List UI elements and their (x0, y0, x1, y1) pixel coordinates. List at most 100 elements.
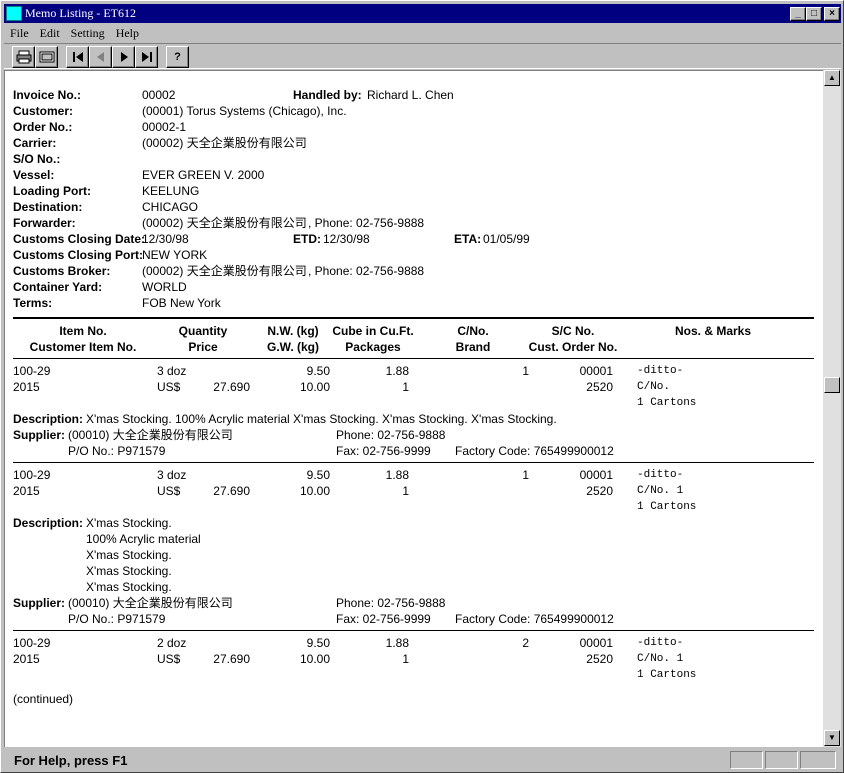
close-button[interactable]: × (824, 7, 840, 21)
cube: 1.88 (385, 364, 409, 378)
maximize-button[interactable]: □ (806, 7, 822, 21)
supplier-label: Supplier: (13, 596, 66, 610)
supplier-value: (00010) 大全企業股份有限公司 (68, 596, 233, 610)
status-text: For Help, press F1 (14, 752, 128, 768)
terms-value: FOB New York (142, 296, 221, 310)
supplier-phone: Phone: 02-756-9888 (336, 428, 446, 442)
arrow-up-icon: ▲ (828, 73, 836, 82)
cust-order-no: 2520 (586, 484, 613, 498)
col-cust-order-no: Cust. Order No. (528, 340, 618, 354)
mark-line: C/No. (637, 381, 671, 393)
packages: 1 (402, 484, 409, 498)
carton-no: 1 (522, 364, 529, 378)
memo-report[interactable]: Invoice No.: 00002 Handled by: Richard L… (4, 70, 823, 747)
col-item-no: Item No. (59, 324, 107, 338)
currency: US$ (157, 652, 181, 666)
col-customer-item-no: Customer Item No. (29, 340, 137, 354)
maximize-icon: □ (810, 8, 818, 19)
mark-line: -ditto- (637, 637, 684, 649)
customer-label: Customer: (13, 104, 74, 118)
invoice-no-value: 00002 (142, 88, 176, 102)
scroll-thumb[interactable] (824, 377, 840, 393)
customs-broker-value: (00002) 天全企業股份有限公司 (142, 264, 307, 278)
destination-label: Destination: (13, 200, 83, 214)
description-label: Description: (13, 516, 84, 530)
description-line: X'mas Stocking. (86, 548, 172, 562)
vertical-scrollbar[interactable]: ▲ ▼ (823, 70, 841, 747)
col-cno: C/No. (457, 324, 489, 338)
menu-bar: File Edit Setting Help (4, 24, 144, 42)
forwarder-phone: , Phone: 02-756-9888 (308, 216, 425, 230)
last-record-button[interactable] (135, 46, 158, 68)
customs-closing-date-value: 12/30/98 (142, 232, 189, 246)
etd-value: 12/30/98 (323, 232, 370, 246)
menu-edit[interactable]: Edit (40, 26, 60, 41)
menu-file[interactable]: File (10, 26, 29, 41)
loading-port-label: Loading Port: (13, 184, 91, 198)
minimize-button[interactable]: _ (790, 7, 806, 21)
packages: 1 (402, 380, 409, 394)
carrier-value: (00002) 天全企業股份有限公司 (142, 136, 307, 150)
eta-value: 01/05/99 (483, 232, 530, 246)
window-title: Memo Listing - ET612 (25, 6, 136, 20)
sc-no: 00001 (579, 468, 613, 482)
scroll-down-button[interactable]: ▼ (824, 730, 840, 746)
description-line: X'mas Stocking. 100% Acrylic material X'… (86, 412, 557, 426)
status-panel (730, 751, 763, 769)
help-button[interactable]: ? (166, 46, 189, 68)
so-no-label: S/O No.: (13, 152, 61, 166)
supplier-label: Supplier: (13, 428, 66, 442)
print-button[interactable] (12, 46, 35, 68)
mark-line: -ditto- (637, 365, 684, 377)
handled-by-value: Richard L. Chen (367, 88, 454, 102)
gross-weight: 10.00 (299, 484, 330, 498)
forwarder-label: Forwarder: (13, 216, 76, 230)
cube: 1.88 (385, 636, 409, 650)
customs-broker-label: Customs Broker: (13, 264, 111, 278)
previous-record-button[interactable] (89, 46, 112, 68)
scroll-up-button[interactable]: ▲ (824, 70, 840, 86)
item-no: 100-29 (13, 364, 51, 378)
mark-line: C/No. 1 (637, 653, 684, 665)
factory-code: Factory Code: 765499900012 (455, 612, 614, 626)
cust-order-no: 2520 (586, 652, 613, 666)
first-record-button[interactable] (66, 46, 89, 68)
menu-setting[interactable]: Setting (71, 26, 105, 41)
carrier-label: Carrier: (13, 136, 57, 150)
po-no: P/O No.: P971579 (68, 612, 166, 626)
carton-no: 2 (522, 636, 529, 650)
description-line: X'mas Stocking. (86, 564, 172, 578)
net-weight: 9.50 (306, 636, 330, 650)
packages: 1 (402, 652, 409, 666)
title-bar[interactable]: Memo Listing - ET612 _ □ × (4, 4, 841, 23)
description-label: Description: (13, 412, 84, 426)
customer-item-no: 2015 (13, 652, 40, 666)
sc-no: 00001 (579, 636, 613, 650)
status-panel (800, 751, 836, 769)
item-no: 100-29 (13, 636, 51, 650)
print-preview-button[interactable] (35, 46, 58, 68)
mark-line: 1 Cartons (637, 669, 697, 681)
description-line: 100% Acrylic material (86, 532, 201, 546)
col-nos-marks: Nos. & Marks (674, 324, 752, 338)
customs-closing-date-label: Customs Closing Date: (13, 232, 146, 246)
order-no-label: Order No.: (13, 120, 73, 134)
net-weight: 9.50 (306, 468, 330, 482)
invoice-no-label: Invoice No.: (13, 88, 82, 102)
menu-help[interactable]: Help (116, 26, 139, 41)
print-preview-icon (39, 51, 54, 63)
first-record-icon (72, 52, 83, 62)
factory-code: Factory Code: 765499900012 (455, 444, 614, 458)
col-nw: N.W. (kg) (267, 324, 319, 338)
forwarder-value: (00002) 天全企業股份有限公司 (142, 216, 307, 230)
mark-line: 1 Cartons (637, 397, 697, 409)
printer-icon (16, 50, 31, 64)
col-quantity: Quantity (178, 324, 228, 338)
next-record-button[interactable] (112, 46, 135, 68)
col-gw: G.W. (kg) (267, 340, 319, 354)
handled-by-label: Handled by: (293, 88, 362, 102)
app-window: Memo Listing - ET612 _ □ × File Edit Set… (0, 0, 844, 773)
cust-order-no: 2520 (586, 380, 613, 394)
col-cube: Cube in Cu.Ft. (332, 324, 414, 338)
column-divider (13, 358, 814, 359)
